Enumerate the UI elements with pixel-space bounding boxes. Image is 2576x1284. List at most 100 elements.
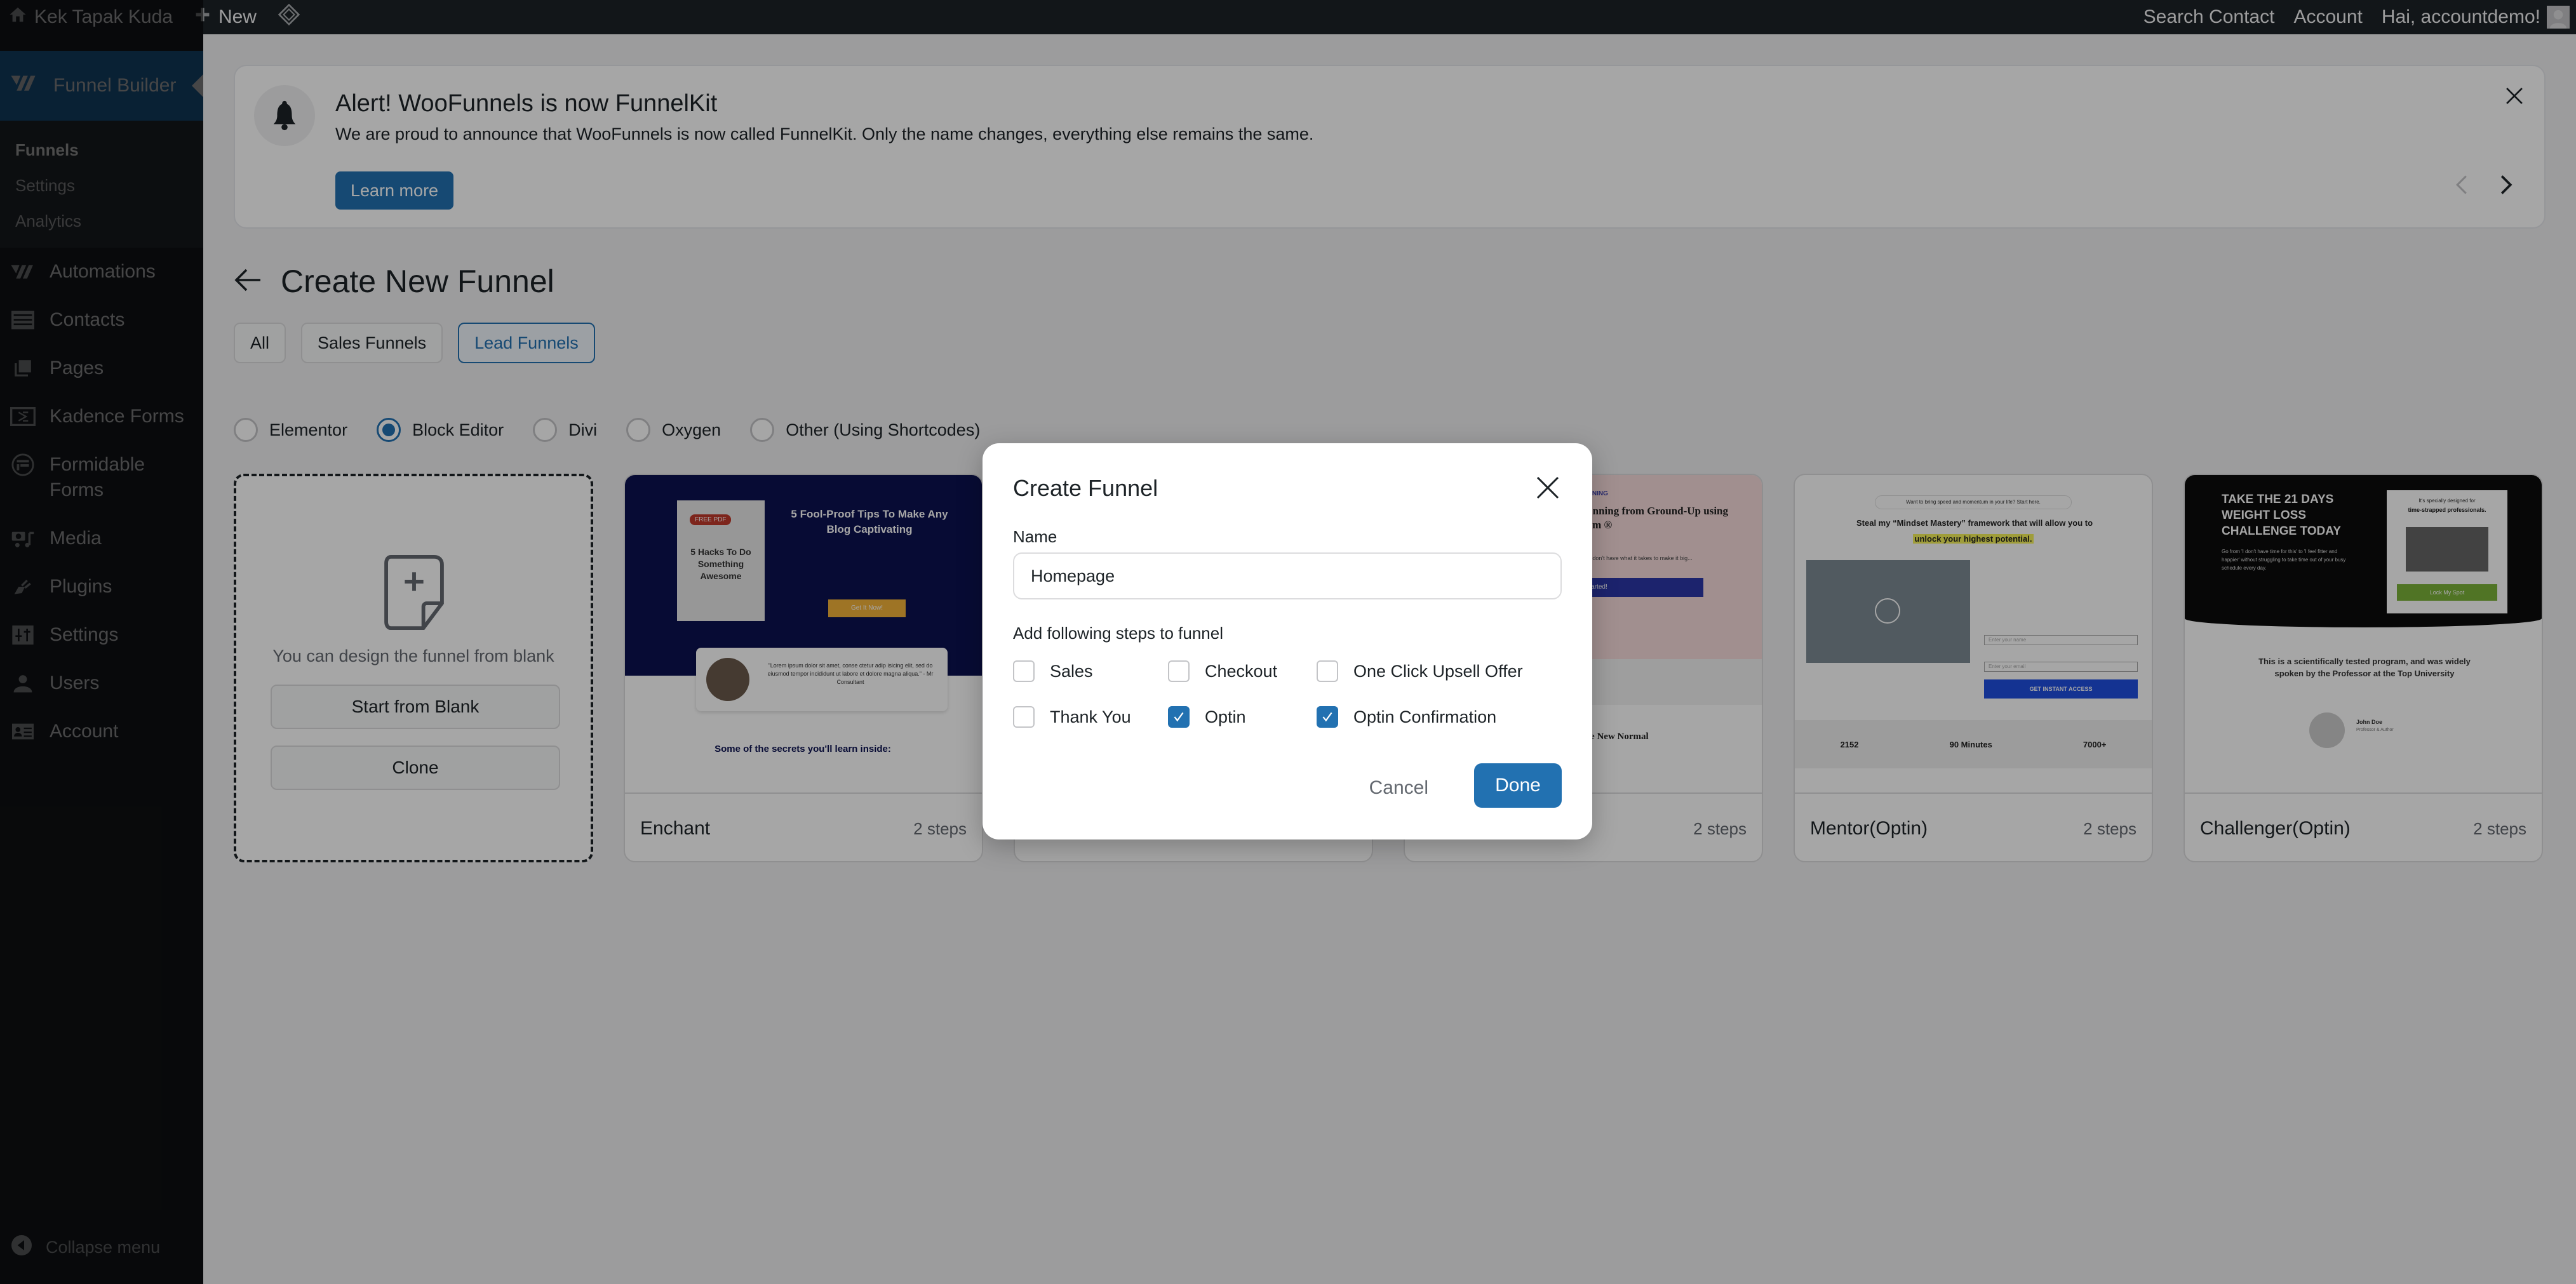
search-contact-link[interactable]: Search Contact bbox=[2143, 6, 2275, 28]
preview-sub: Go from 'I don't have time for this' to … bbox=[2222, 549, 2346, 571]
user-greeting[interactable]: Hai, accountdemo! bbox=[2382, 6, 2540, 28]
checkmark-icon bbox=[1322, 712, 1332, 722]
preview-cta: Get It Now! bbox=[828, 599, 906, 617]
option-label: Other (Using Shortcodes) bbox=[786, 420, 981, 439]
radio-button[interactable] bbox=[533, 418, 558, 442]
template-card-challenger[interactable]: TAKE THE 21 DAYS WEIGHT LOSS CHALLENGE T… bbox=[2184, 474, 2543, 862]
radio-button[interactable] bbox=[234, 418, 258, 442]
step-option-optin-confirmation[interactable]: Optin Confirmation bbox=[1317, 706, 1558, 728]
admin-bar: Kek Tapak Kuda New Search Contact Accoun… bbox=[0, 0, 2576, 34]
builder-option-other[interactable]: Other (Using Shortcodes) bbox=[750, 418, 980, 442]
funnel-name-input[interactable] bbox=[1013, 552, 1562, 599]
new-document-icon bbox=[382, 554, 446, 634]
preview-quote: "Lorem ipsum dolor sit amet, conse ctetu… bbox=[767, 662, 934, 685]
template-steps: 2 steps bbox=[1693, 819, 1747, 838]
sidebar-item-formidable-forms[interactable]: Formidable Forms bbox=[0, 441, 203, 514]
sidebar-item-plugins[interactable]: Plugins bbox=[0, 563, 203, 611]
avatar bbox=[2309, 712, 2345, 748]
sidebar-item-automations[interactable]: Automations bbox=[0, 248, 203, 296]
formidable-icon bbox=[10, 452, 36, 478]
sidebar-item-kadence-forms[interactable]: Kadence Forms bbox=[0, 392, 203, 441]
submenu-funnels[interactable]: Funnels bbox=[0, 132, 203, 168]
step-option-thank-you[interactable]: Thank You bbox=[1013, 706, 1168, 728]
avatar bbox=[706, 658, 749, 701]
plugin-diamond-link[interactable] bbox=[278, 3, 300, 30]
builder-option-block-editor[interactable]: Block Editor bbox=[377, 418, 504, 442]
current-menu-arrow bbox=[192, 74, 203, 97]
close-icon[interactable] bbox=[1535, 475, 1560, 504]
preview-role: Professor & Author bbox=[2356, 728, 2394, 732]
avatar[interactable] bbox=[2547, 6, 2570, 29]
sidebar-item-contacts[interactable]: Contacts bbox=[0, 296, 203, 344]
builder-option-elementor[interactable]: Elementor bbox=[234, 418, 347, 442]
template-name: Enchant bbox=[640, 818, 711, 839]
step-label: Sales bbox=[1050, 661, 1093, 681]
template-card-enchant[interactable]: FREE PDF 5 Hacks To Do Something Awesome… bbox=[624, 474, 983, 862]
step-option-upsell[interactable]: One Click Upsell Offer bbox=[1317, 660, 1558, 682]
preview-box-strong: time-strapped professionals. bbox=[2408, 507, 2486, 513]
step-option-checkout[interactable]: Checkout bbox=[1168, 660, 1317, 682]
sidebar-item-label: Media bbox=[50, 528, 102, 549]
checkbox[interactable] bbox=[1317, 706, 1338, 728]
template-preview: FREE PDF 5 Hacks To Do Something Awesome… bbox=[625, 475, 982, 792]
template-name: Mentor(Optin) bbox=[1810, 818, 1928, 839]
checkbox[interactable] bbox=[1013, 706, 1035, 728]
bell-icon bbox=[254, 85, 315, 146]
media-icon bbox=[10, 526, 36, 551]
checkbox[interactable] bbox=[1317, 660, 1338, 682]
preview-cta: GET INSTANT ACCESS bbox=[1984, 679, 2138, 699]
checkbox[interactable] bbox=[1168, 660, 1190, 682]
chevron-right-icon[interactable] bbox=[2499, 174, 2514, 199]
sidebar-item-pages[interactable]: Pages bbox=[0, 344, 203, 392]
cancel-button[interactable]: Cancel bbox=[1363, 766, 1435, 810]
sidebar-item-funnel-builder[interactable]: Funnel Builder bbox=[0, 51, 203, 121]
tab-lead-funnels[interactable]: Lead Funnels bbox=[458, 323, 595, 363]
funnelkit-icon bbox=[10, 259, 36, 284]
funnel-type-tabs: All Sales Funnels Lead Funnels bbox=[234, 323, 595, 363]
builder-option-oxygen[interactable]: Oxygen bbox=[626, 418, 721, 442]
radio-button[interactable] bbox=[377, 418, 401, 442]
account-link[interactable]: Account bbox=[2293, 6, 2362, 28]
preview-pill: Want to bring speed and momentum in your… bbox=[1875, 495, 2072, 509]
submenu-analytics[interactable]: Analytics bbox=[0, 203, 203, 239]
create-funnel-modal: Create Funnel Name Add following steps t… bbox=[983, 443, 1592, 839]
page-header: Create New Funnel bbox=[234, 263, 554, 300]
step-label: Optin Confirmation bbox=[1353, 707, 1497, 726]
new-content-link[interactable]: New bbox=[194, 6, 257, 28]
step-label: Checkout bbox=[1205, 661, 1278, 681]
sidebar-item-label: Kadence Forms bbox=[50, 406, 184, 427]
close-icon[interactable] bbox=[2504, 85, 2525, 110]
preview-subhead: Some of the secrets you'll learn inside: bbox=[714, 744, 891, 754]
tab-sales-funnels[interactable]: Sales Funnels bbox=[301, 323, 443, 363]
sidebar-item-account[interactable]: Account bbox=[0, 707, 203, 756]
clone-button[interactable]: Clone bbox=[271, 746, 560, 790]
kadence-icon bbox=[10, 404, 36, 429]
sidebar-item-settings[interactable]: Settings bbox=[0, 611, 203, 659]
chevron-left-icon[interactable] bbox=[2454, 174, 2469, 199]
sidebar-item-users[interactable]: Users bbox=[0, 659, 203, 707]
back-arrow-icon[interactable] bbox=[234, 267, 262, 296]
collapse-menu-button[interactable]: Collapse menu bbox=[11, 1235, 160, 1260]
sidebar-item-label: Plugins bbox=[50, 576, 112, 597]
radio-button[interactable] bbox=[626, 418, 651, 442]
sidebar-item-label: Pages bbox=[50, 358, 104, 378]
tab-all[interactable]: All bbox=[234, 323, 286, 363]
builder-option-divi[interactable]: Divi bbox=[533, 418, 597, 442]
step-option-sales[interactable]: Sales bbox=[1013, 660, 1168, 682]
template-card-mentor[interactable]: Want to bring speed and momentum in your… bbox=[1794, 474, 2153, 862]
sidebar-item-media[interactable]: Media bbox=[0, 514, 203, 563]
preview-section: This is a scientifically tested program,… bbox=[2258, 657, 2471, 678]
start-from-blank-button[interactable]: Start from Blank bbox=[271, 685, 560, 729]
checkbox[interactable] bbox=[1168, 706, 1190, 728]
radio-button[interactable] bbox=[750, 418, 775, 442]
template-steps: 2 steps bbox=[913, 819, 967, 838]
learn-more-button[interactable]: Learn more bbox=[335, 171, 454, 210]
done-button[interactable]: Done bbox=[1474, 763, 1562, 808]
step-option-optin[interactable]: Optin bbox=[1168, 706, 1317, 728]
site-name-link[interactable]: Kek Tapak Kuda bbox=[9, 6, 173, 29]
blank-card-description: You can design the funnel from blank bbox=[272, 646, 554, 665]
submenu-settings[interactable]: Settings bbox=[0, 168, 203, 203]
checkbox[interactable] bbox=[1013, 660, 1035, 682]
preview-headline: Steal my “Mindset Mastery” framework tha… bbox=[1856, 518, 2093, 528]
collapse-arrow-icon bbox=[11, 1235, 32, 1260]
